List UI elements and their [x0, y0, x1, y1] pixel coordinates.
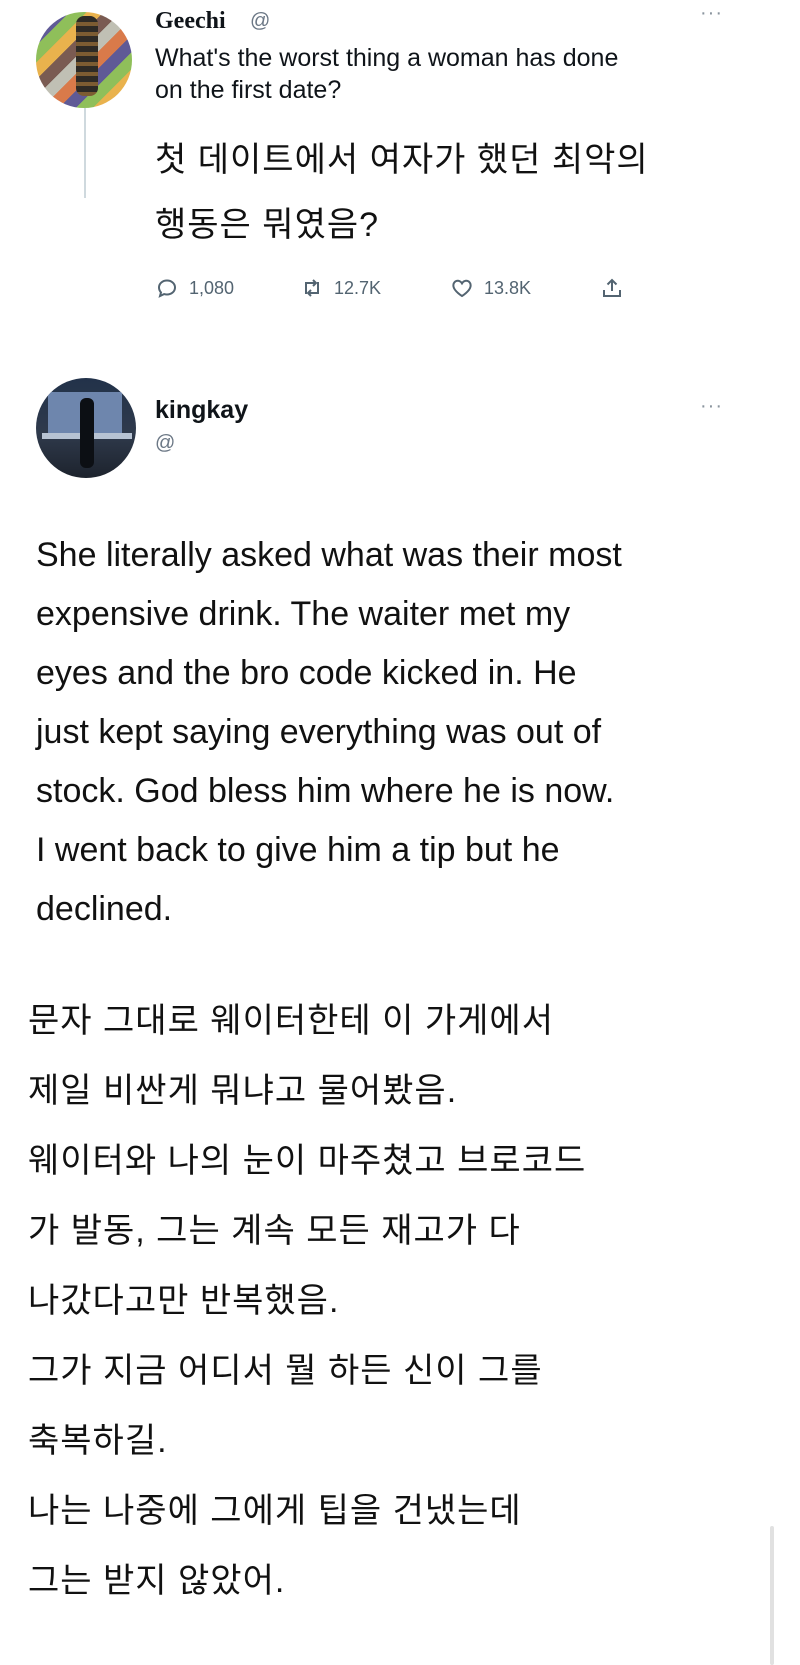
text-line: 제일 비싼게 뭐냐고 물어봤음.	[28, 1072, 458, 1110]
text-line: 행동은 뭐였음?	[155, 206, 380, 244]
text-line: 그가 지금 어디서 뭘 하든 신이 그를	[28, 1352, 543, 1390]
avatar-geechi[interactable]	[36, 12, 132, 108]
text-line: stock. God bless him where he is now.	[36, 772, 615, 810]
text-line: declined.	[36, 890, 173, 928]
tweet-text-english: What's the worst thing a woman has done …	[155, 42, 755, 106]
text-line: I went back to give him a tip but he	[36, 831, 560, 869]
like-count: 13.8K	[484, 277, 532, 298]
text-line: 나는 나중에 그에게 팁을 건냈는데	[28, 1492, 522, 1530]
author-name[interactable]: Geechi	[155, 8, 226, 35]
retweet-count: 12.7K	[334, 277, 382, 298]
text-line: 문자 그대로 웨이터한테 이 가게에서	[28, 1002, 554, 1040]
text-line: 첫 데이트에서 여자가 했던 최악의	[155, 141, 649, 179]
text-line: 축복하길.	[28, 1422, 168, 1460]
tweet-text-korean: 첫 데이트에서 여자가 했던 최악의 행동은 뭐였음?	[155, 128, 795, 258]
tweet-text-korean: 문자 그대로 웨이터한테 이 가게에서 제일 비싼게 뭐냐고 물어봤음. 웨이터…	[28, 986, 788, 1616]
heart-icon	[452, 279, 472, 298]
text-line: just kept saying everything was out of	[36, 713, 602, 751]
author-handle: @	[155, 432, 176, 454]
author-name[interactable]: kingkay	[155, 396, 248, 425]
more-options-icon[interactable]: ···	[700, 395, 723, 418]
text-line: She literally asked what was their most	[36, 536, 622, 574]
more-options-icon[interactable]: ···	[700, 2, 723, 25]
retweet-icon	[305, 279, 319, 297]
scrollbar[interactable]	[770, 1526, 774, 1665]
tweet-text-english: She literally asked what was their most …	[36, 526, 776, 939]
text-line: 가 발동, 그는 계속 모든 재고가 다	[28, 1212, 521, 1250]
text-line: eyes and the bro code kicked in. He	[36, 654, 577, 692]
text-line: 웨이터와 나의 눈이 마주쳤고 브로코드	[28, 1142, 587, 1180]
reply-icon	[157, 279, 177, 298]
text-line: 나갔다고만 반복했음.	[28, 1282, 340, 1320]
reply-count: 1,080	[189, 277, 235, 298]
author-handle: @	[250, 10, 271, 32]
text-line: 그는 받지 않았어.	[28, 1562, 286, 1600]
share-icon	[603, 278, 621, 297]
text-line: What's the worst thing a woman has done	[155, 44, 619, 72]
avatar-kingkay[interactable]	[36, 378, 136, 478]
text-line: expensive drink. The waiter met my	[36, 595, 571, 633]
text-line: on the first date?	[155, 76, 342, 104]
retweet-button[interactable]: 12.7K	[300, 276, 381, 300]
like-button[interactable]: 13.8K	[450, 276, 531, 300]
thread-connector-line	[84, 108, 86, 198]
reply-button[interactable]: 1,080	[155, 276, 234, 300]
share-button[interactable]	[600, 276, 624, 300]
